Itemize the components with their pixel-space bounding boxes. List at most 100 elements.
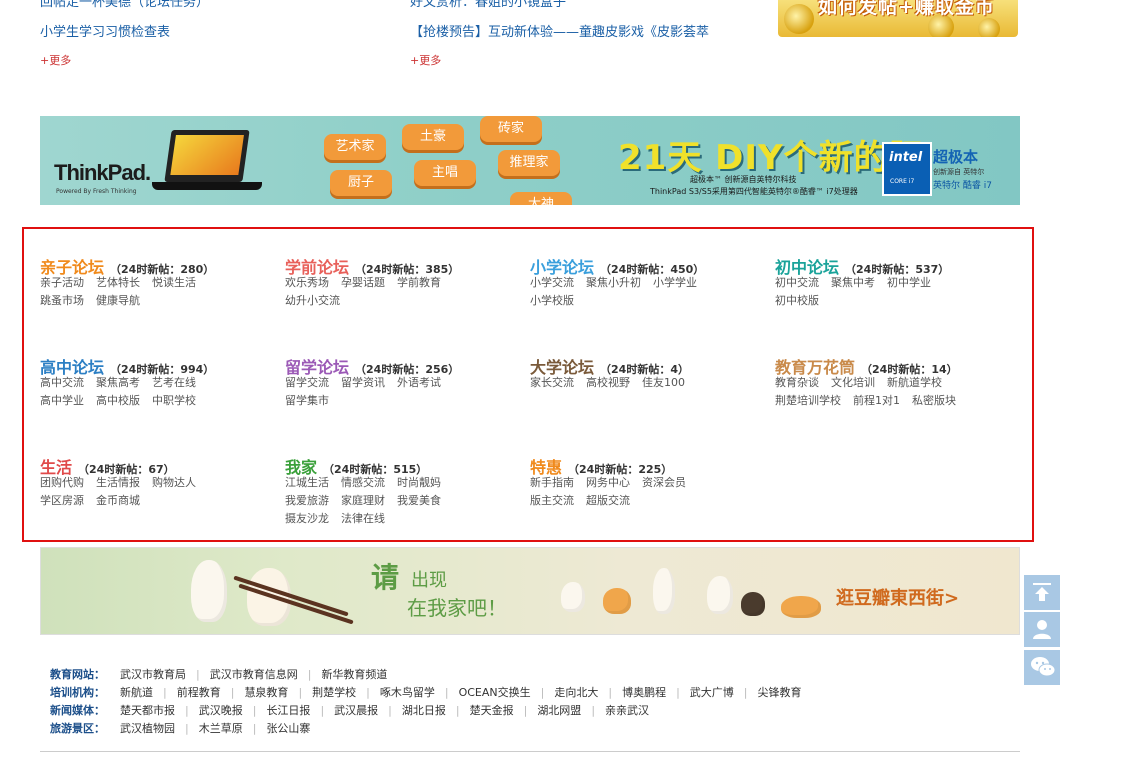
friend-link[interactable]: 前程教育 xyxy=(177,686,221,699)
friend-link[interactable]: 走向北大 xyxy=(554,686,598,699)
subforum-link[interactable]: 前程1对1 xyxy=(853,394,900,407)
subforum-link[interactable]: 江城生活 xyxy=(285,476,329,489)
links-row: 培训机构： 新航道 | 前程教育 | 慧泉教育 | 荆楚学校 | 啄木鸟留学 | OCEAN交换生 | 走… xyxy=(50,684,802,702)
friend-link[interactable]: 张公山寨 xyxy=(266,722,310,735)
thinkpad-banner[interactable]: ThinkPad. Powered By Fresh Thinking 艺术家 … xyxy=(40,116,1020,205)
friend-link[interactable]: 亲亲武汉 xyxy=(605,704,649,717)
subforum-link[interactable]: 我爱旅游 xyxy=(285,494,329,507)
subforum-link[interactable]: 教育杂谈 xyxy=(775,376,819,389)
key-tile: 主唱 xyxy=(414,160,476,186)
friend-link[interactable]: 武汉晨报 xyxy=(334,704,378,717)
news-link[interactable]: 【抢楼预告】互动新体验——童趣皮影戏《皮影荟萃 xyxy=(410,21,709,40)
subforum-link[interactable]: 聚焦中考 xyxy=(831,276,875,289)
post-earn-coins-ad[interactable]: 如何发帖+赚取金币 xyxy=(778,0,1018,37)
subforum-link[interactable]: 小学校版 xyxy=(530,294,574,307)
subforum-link[interactable]: 我爱美食 xyxy=(397,494,441,507)
subforum-link[interactable]: 高中校版 xyxy=(96,394,140,407)
friend-link[interactable]: 楚天金报 xyxy=(470,704,514,717)
friend-link[interactable]: 湖北日报 xyxy=(402,704,446,717)
subforum-link[interactable]: 版主交流 xyxy=(530,494,574,507)
subforum-link[interactable]: 留学集市 xyxy=(285,394,329,407)
subforum-link[interactable]: 家长交流 xyxy=(530,376,574,389)
friend-link[interactable]: 尖锋教育 xyxy=(758,686,802,699)
friend-link[interactable]: 长江日报 xyxy=(266,704,310,717)
separator: | xyxy=(455,704,460,717)
subforum-link[interactable]: 高中交流 xyxy=(40,376,84,389)
subforum-link[interactable]: 高校视野 xyxy=(586,376,630,389)
friend-link[interactable]: 慧泉教育 xyxy=(244,686,288,699)
subforum-link[interactable]: 摄友沙龙 xyxy=(285,512,329,525)
friend-links: 教育网站： 武汉市教育局 | 武汉市教育信息网 | 新华教育频道 培训机构： 新航道 | 前程教育… xyxy=(50,666,802,738)
friend-link[interactable]: 木兰草原 xyxy=(199,722,243,735)
friend-link[interactable]: 武汉植物园 xyxy=(120,722,175,735)
news-link[interactable]: 小学生学习习惯检查表 xyxy=(40,21,170,40)
friend-link[interactable]: 武汉市教育信息网 xyxy=(210,668,298,681)
subforum-link[interactable]: 学区房源 xyxy=(40,494,84,507)
news-link[interactable]: 好文赏析：春姐的小镜盒子 xyxy=(410,0,566,10)
douban-banner[interactable]: 请 出现 在我家吧！ 逛豆瓣東西街> xyxy=(40,547,1020,635)
cat-figurine xyxy=(707,576,733,614)
subforum-link[interactable]: 高中学业 xyxy=(40,394,84,407)
wechat-button[interactable] xyxy=(1024,650,1060,685)
subforum-link[interactable]: 留学资讯 xyxy=(341,376,385,389)
banner-subtext: ThinkPad S3/S5采用第四代智能英特尔®酷睿™ i7处理器 xyxy=(650,187,858,196)
subforum-link[interactable]: 学前教育 xyxy=(397,276,441,289)
subforum-link[interactable]: 艺考在线 xyxy=(152,376,196,389)
friend-link[interactable]: OCEAN交换生 xyxy=(459,686,531,699)
subforum-link[interactable]: 团购代购 xyxy=(40,476,84,489)
subforum-link[interactable]: 私密版块 xyxy=(912,394,956,407)
subforum-link[interactable]: 初中学业 xyxy=(887,276,931,289)
subforum-link[interactable]: 外语考试 xyxy=(397,376,441,389)
subforum-link[interactable]: 聚焦小升初 xyxy=(586,276,641,289)
links-row-label: 旅游景区： xyxy=(50,722,105,735)
friend-link[interactable]: 武大广博 xyxy=(690,686,734,699)
subforum-link[interactable]: 健康导航 xyxy=(96,294,140,307)
subforum-link[interactable]: 荆楚培训学校 xyxy=(775,394,841,407)
subforum-link[interactable]: 佳友100 xyxy=(642,376,685,389)
back-to-top-button[interactable] xyxy=(1024,575,1060,610)
subforum-link[interactable]: 新手指南 xyxy=(530,476,574,489)
subforum-link[interactable]: 初中校版 xyxy=(775,294,819,307)
subforum-link[interactable]: 留学交流 xyxy=(285,376,329,389)
subforum-link[interactable]: 艺体特长 xyxy=(96,276,140,289)
separator: | xyxy=(252,722,257,735)
subforum-link[interactable]: 欢乐秀场 xyxy=(285,276,329,289)
subforum-link[interactable]: 生活情报 xyxy=(96,476,140,489)
more-link[interactable]: +更多 xyxy=(40,52,71,68)
friend-link[interactable]: 荆楚学校 xyxy=(312,686,356,699)
subforum-link[interactable]: 跳蚤市场 xyxy=(40,294,84,307)
subforum-link[interactable]: 孕婴话题 xyxy=(341,276,385,289)
friend-link[interactable]: 博奥鹏程 xyxy=(622,686,666,699)
friend-link[interactable]: 新航道 xyxy=(120,686,153,699)
subforum-link[interactable]: 资深会员 xyxy=(642,476,686,489)
friend-link[interactable]: 武汉市教育局 xyxy=(120,668,186,681)
subforum-link[interactable]: 情感交流 xyxy=(341,476,385,489)
user-center-button[interactable] xyxy=(1024,612,1060,647)
subforum-link[interactable]: 金币商城 xyxy=(96,494,140,507)
subforum-link[interactable]: 法律在线 xyxy=(341,512,385,525)
subforum-link[interactable]: 家庭理财 xyxy=(341,494,385,507)
subforum-link[interactable]: 小学学业 xyxy=(653,276,697,289)
friend-link[interactable]: 楚天都市报 xyxy=(120,704,175,717)
subforum-link[interactable]: 时尚靓妈 xyxy=(397,476,441,489)
friend-link[interactable]: 啄木鸟留学 xyxy=(380,686,435,699)
subforum-link[interactable]: 超版交流 xyxy=(586,494,630,507)
laptop-base xyxy=(152,182,262,190)
subforum-link[interactable]: 网务中心 xyxy=(586,476,630,489)
friend-link[interactable]: 武汉晚报 xyxy=(199,704,243,717)
news-link[interactable]: 回帖走一杯美德（论坛任务） xyxy=(40,0,209,10)
subforum-link[interactable]: 中职学校 xyxy=(152,394,196,407)
subforum-link[interactable]: 聚焦高考 xyxy=(96,376,140,389)
friend-link[interactable]: 湖北网盟 xyxy=(537,704,581,717)
friend-link[interactable]: 新华教育频道 xyxy=(321,668,387,681)
subforum-link[interactable]: 购物达人 xyxy=(152,476,196,489)
subforum-link[interactable]: 悦读生活 xyxy=(152,276,196,289)
subforum-link[interactable]: 亲子活动 xyxy=(40,276,84,289)
subforum-link[interactable]: 文化培训 xyxy=(831,376,875,389)
subforum-link[interactable]: 初中交流 xyxy=(775,276,819,289)
subforum-link[interactable]: 幼升小交流 xyxy=(285,294,340,307)
subforum-link[interactable]: 新航道学校 xyxy=(887,376,942,389)
intel-logo: intel CORE i7 xyxy=(882,142,932,196)
subforum-link[interactable]: 小学交流 xyxy=(530,276,574,289)
more-link[interactable]: +更多 xyxy=(410,52,441,68)
